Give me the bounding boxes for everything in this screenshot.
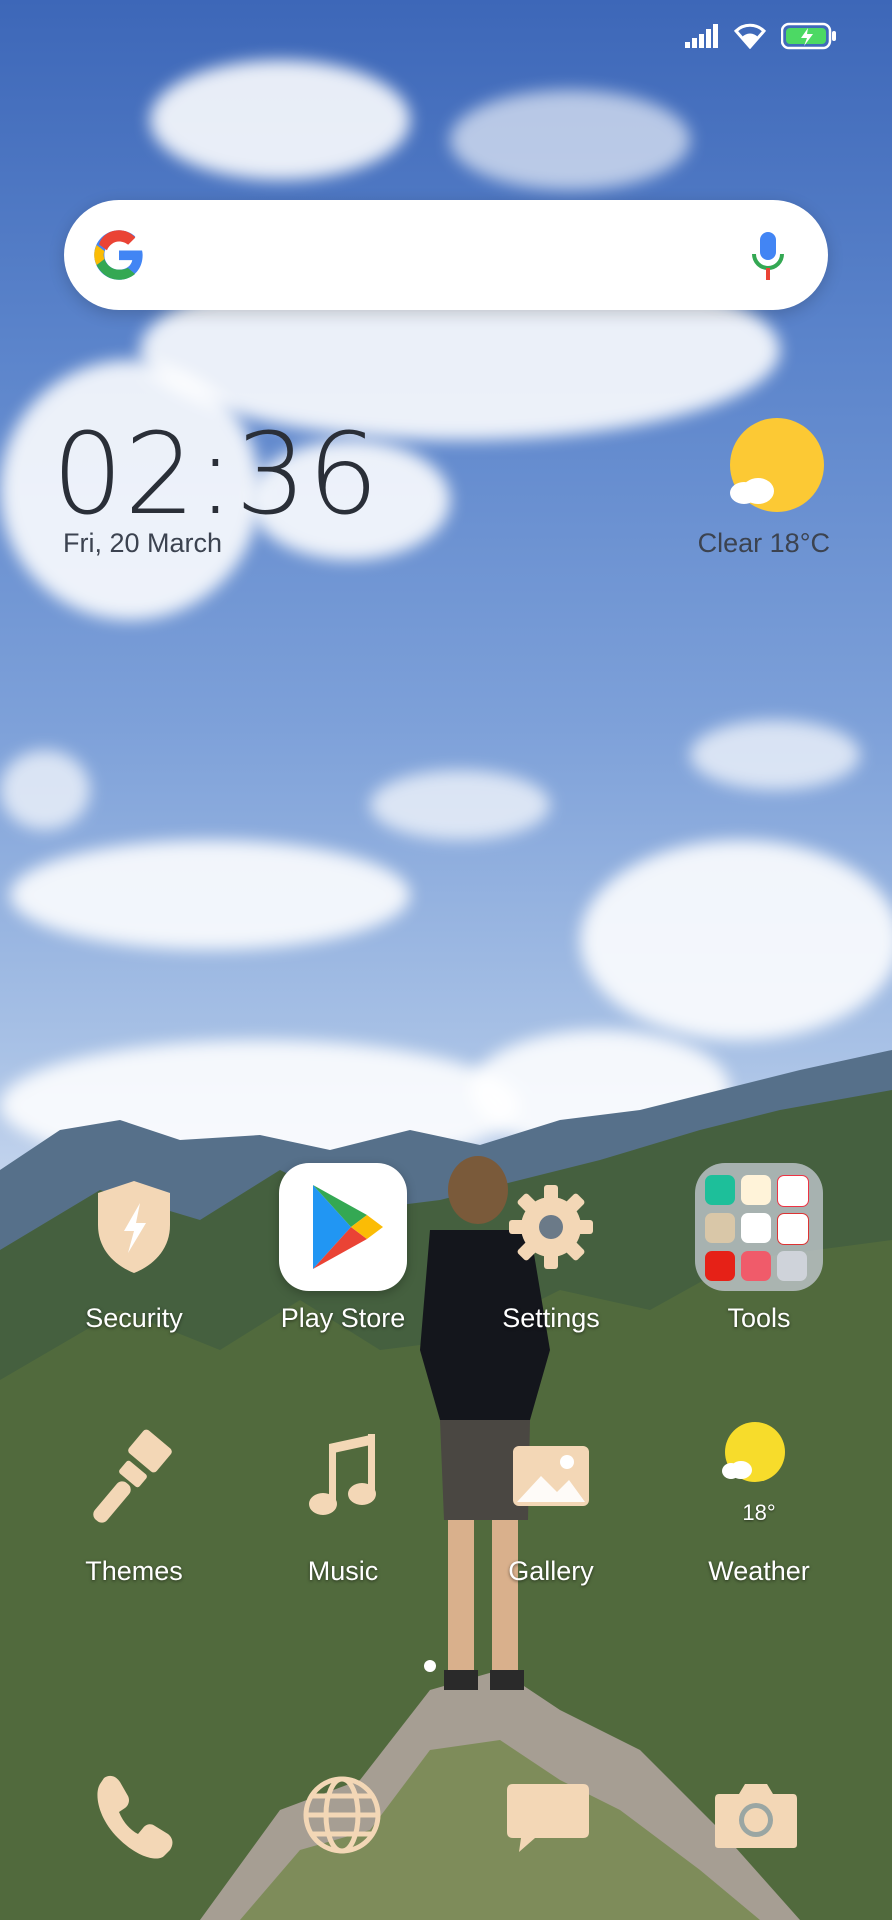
signal-icon bbox=[685, 24, 718, 48]
app-security[interactable]: Security bbox=[49, 1163, 219, 1334]
image-icon bbox=[513, 1446, 589, 1506]
weather-summary[interactable]: Clear 18°C bbox=[698, 528, 830, 559]
app-label: Gallery bbox=[508, 1556, 594, 1586]
battery-icon bbox=[781, 22, 836, 50]
app-weather[interactable]: 18° Weather bbox=[674, 1416, 844, 1587]
music-note-icon bbox=[309, 1434, 376, 1515]
app-label: Weather bbox=[708, 1556, 810, 1586]
app-label: Settings bbox=[502, 1303, 600, 1333]
globe-icon bbox=[303, 1776, 381, 1854]
microphone-icon[interactable] bbox=[748, 230, 788, 282]
search-input[interactable] bbox=[164, 230, 708, 282]
app-label: Tools bbox=[727, 1303, 791, 1333]
clock-time[interactable]: 02:36 bbox=[52, 410, 380, 540]
wifi-icon bbox=[733, 23, 767, 49]
gear-icon bbox=[509, 1185, 593, 1269]
app-music[interactable]: Music bbox=[258, 1416, 428, 1587]
dock-messages[interactable] bbox=[493, 1760, 603, 1870]
app-themes[interactable]: Themes bbox=[49, 1416, 219, 1587]
weather-temp: 18° bbox=[742, 1500, 776, 1525]
brush-icon bbox=[93, 1429, 172, 1523]
app-play-store[interactable]: Play Store bbox=[258, 1163, 428, 1334]
status-bar bbox=[685, 22, 837, 50]
dock-camera[interactable] bbox=[701, 1760, 811, 1870]
shield-bolt-icon bbox=[98, 1181, 170, 1273]
app-tools-folder[interactable]: Tools bbox=[674, 1163, 844, 1334]
dock-phone[interactable] bbox=[78, 1760, 188, 1870]
phone-icon bbox=[97, 1775, 173, 1859]
page-indicator-dot bbox=[424, 1660, 436, 1672]
camera-icon bbox=[715, 1784, 797, 1848]
google-logo-icon bbox=[94, 230, 143, 280]
play-store-icon bbox=[313, 1185, 383, 1269]
app-gallery[interactable]: Gallery bbox=[466, 1416, 636, 1587]
clock-date: Fri, 20 March bbox=[63, 528, 223, 558]
cloud-icon bbox=[722, 1461, 752, 1479]
app-label: Play Store bbox=[280, 1303, 406, 1333]
app-label: Security bbox=[85, 1303, 183, 1333]
google-search-bar[interactable] bbox=[64, 200, 828, 310]
cloud-icon bbox=[730, 478, 774, 504]
dock-browser[interactable] bbox=[287, 1760, 397, 1870]
app-settings[interactable]: Settings bbox=[466, 1163, 636, 1334]
folder-icon bbox=[695, 1163, 823, 1291]
message-icon bbox=[507, 1784, 589, 1852]
app-label: Themes bbox=[85, 1556, 183, 1586]
app-label: Music bbox=[307, 1556, 379, 1586]
